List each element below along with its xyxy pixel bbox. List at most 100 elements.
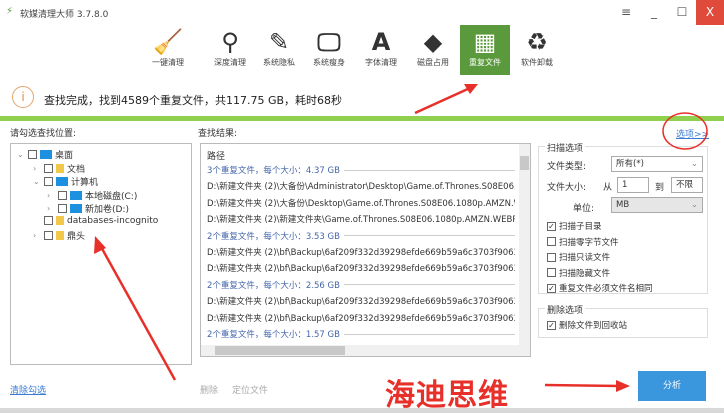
minimize-button[interactable]: _ <box>640 0 668 25</box>
row-text: D:\新建文件夹 (2)\大备份\Administrator\Desktop\G… <box>207 182 515 193</box>
tool-icon: 🖵 <box>317 28 341 56</box>
scan-option-checkbox[interactable]: ✓ 重复文件必须文件名相同 <box>547 282 653 294</box>
tree-node[interactable]: › 本地磁盘(C:) <box>47 189 137 202</box>
tree-node[interactable]: › 鼎头 <box>33 229 85 242</box>
row-text: D:\新建文件夹 (2)\bf\Backup\6af209f332d39298e… <box>207 297 515 308</box>
toolbar-item-7[interactable]: ♻ 软件卸载 <box>512 25 562 75</box>
file-type-label: 文件类型: <box>547 162 587 172</box>
unit-select[interactable]: MB ⌄ <box>611 197 703 213</box>
clear-selection-link[interactable]: 清除勾选 <box>10 383 46 396</box>
tool-icon: ♻ <box>526 28 548 56</box>
tree-node[interactable]: ⌄ 桌面 <box>17 148 73 161</box>
checkbox-icon: ✓ <box>547 221 556 231</box>
size-from-input[interactable]: 1 <box>617 177 649 193</box>
row-text: D:\新建文件夹 (2)\大备份\Desktop\Game.of.Thrones… <box>207 198 515 209</box>
size-to-input[interactable]: 不限 <box>671 177 703 193</box>
computer-icon <box>70 204 82 213</box>
expander-icon[interactable]: › <box>33 231 41 240</box>
expander-icon[interactable]: ⌄ <box>17 150 25 159</box>
tree-node-label: 文档 <box>67 164 86 175</box>
tool-icon: A <box>371 28 391 56</box>
checkbox[interactable] <box>58 190 67 200</box>
scan-option-checkbox[interactable]: 扫描零字节文件 <box>547 236 619 248</box>
scan-options-title: 扫描选项 <box>545 141 586 154</box>
checkbox[interactable] <box>28 150 37 159</box>
toolbar-item-1[interactable]: ⚲ 深度清理 <box>205 25 255 75</box>
tool-icon: ◆ <box>423 28 443 56</box>
close-button[interactable]: X <box>696 0 724 25</box>
delete-options-title: 删除选项 <box>545 303 586 316</box>
checkbox-label: 扫描隐藏文件 <box>559 268 611 279</box>
tool-icon: ⚲ <box>221 28 239 56</box>
group-header[interactable]: 2个重复文件，每个大小：2.56 GB <box>207 279 515 291</box>
app-logo-icon: ⚡ <box>6 6 14 17</box>
file-row[interactable]: D:\新建文件夹 (2)\bf\Backup\6af209f332d39298e… <box>207 312 515 324</box>
scan-option-checkbox[interactable]: 扫描隐藏文件 <box>547 267 610 279</box>
checkbox[interactable] <box>44 231 53 240</box>
toolbar-item-6[interactable]: ▦ 重复文件 <box>460 25 510 75</box>
tree-node-label: 鼎头 <box>67 232 86 242</box>
file-type-select[interactable]: 所有(*) ⌄ <box>611 156 703 172</box>
row-text: 2个重复文件，每个大小：1.57 GB <box>207 330 340 340</box>
checkbox[interactable] <box>44 216 53 225</box>
checkbox-label: 扫描零字节文件 <box>559 237 619 248</box>
scan-option-checkbox[interactable]: ✓ 扫描子目录 <box>547 220 602 232</box>
options-link[interactable]: 选项>> <box>676 127 709 140</box>
tool-label: 磁盘占用 <box>417 58 449 67</box>
toolbar-item-0[interactable]: 🧹 一键清理 <box>143 25 193 75</box>
checkbox-label: 扫描子目录 <box>559 222 602 232</box>
file-row[interactable]: D:\新建文件夹 (2)\bf\Backup\6af209f332d39298e… <box>207 246 515 258</box>
results-list[interactable]: 路径 3个重复文件，每个大小：4.37 GB D:\新建文件夹 (2)\大备份\A… <box>200 143 531 357</box>
tool-label: 一键清理 <box>152 58 184 67</box>
analyze-button[interactable]: 分析 <box>638 371 706 401</box>
delete-button[interactable]: 删除 <box>200 383 218 396</box>
tree-node[interactable]: databases-incognito <box>33 216 158 226</box>
annotation-arrow <box>544 383 621 388</box>
group-header[interactable]: 2个重复文件，每个大小：1.57 GB <box>207 328 515 340</box>
toolbar-item-5[interactable]: ◆ 磁盘占用 <box>408 25 458 75</box>
locate-file-button[interactable]: 定位文件 <box>232 383 268 396</box>
computer-icon <box>56 177 68 186</box>
divider <box>0 116 724 121</box>
expander-icon[interactable]: › <box>33 164 41 173</box>
group-header[interactable]: 2个重复文件，每个大小：3.53 GB <box>207 230 515 242</box>
file-row[interactable]: D:\新建文件夹 (2)\大备份\Administrator\Desktop\G… <box>207 180 515 192</box>
checkbox[interactable] <box>58 204 67 213</box>
tree-node[interactable]: › 文档 <box>33 162 85 175</box>
checkbox[interactable] <box>44 177 53 186</box>
title-bar: ⚡ 软媒清理大师 3.7.8.0 ≡ _ ☐ X <box>0 0 724 25</box>
location-tree[interactable]: ⌄ 桌面 › 文档 ⌄ 计算机 › 本地磁盘(C:) › 新加卷(D:) databases-inc… <box>10 143 192 365</box>
recycle-bin-checkbox[interactable]: ✓ 删除文件到回收站 <box>547 319 627 331</box>
unit-label: 单位: <box>573 204 595 214</box>
scan-option-checkbox[interactable]: 扫描只读文件 <box>547 251 610 263</box>
checkbox[interactable] <box>44 163 53 173</box>
unit-value: MB <box>616 200 630 210</box>
tree-node[interactable]: ⌄ 计算机 <box>33 175 98 188</box>
group-header[interactable]: 3个重复文件，每个大小：4.37 GB <box>207 164 515 176</box>
location-label: 请勾选查找位置: <box>10 129 77 139</box>
checkbox-label: 删除文件到回收站 <box>559 321 628 331</box>
file-row[interactable]: D:\新建文件夹 (2)\新建文件夹\Game.of.Thrones.S08E0… <box>207 213 515 225</box>
toolbar-item-4[interactable]: A 字体清理 <box>356 25 406 75</box>
vertical-scrollbar[interactable] <box>519 144 530 346</box>
menu-button[interactable]: ≡ <box>612 0 640 25</box>
file-row[interactable]: D:\新建文件夹 (2)\bf\Backup\6af209f332d39298e… <box>207 295 515 307</box>
scan-options-group: 扫描选项 文件类型: 所有(*) ⌄ 文件大小: 从 1 到 不限 单位: MB ⌄… <box>538 141 708 294</box>
delete-options-group: 删除选项 ✓ 删除文件到回收站 <box>538 303 708 338</box>
row-text: D:\新建文件夹 (2)\bf\Backup\6af209f332d39298e… <box>207 313 515 324</box>
tree-node-label: 本地磁盘(C:) <box>85 191 138 202</box>
expander-icon[interactable]: ⌄ <box>33 177 41 186</box>
tree-node[interactable]: › 新加卷(D:) <box>47 202 129 215</box>
tool-icon: ▦ <box>473 28 497 56</box>
maximize-button[interactable]: ☐ <box>668 0 696 25</box>
file-row[interactable]: D:\新建文件夹 (2)\大备份\Desktop\Game.of.Thrones… <box>207 197 515 209</box>
expander-icon[interactable]: › <box>47 204 55 213</box>
horizontal-scrollbar[interactable] <box>201 345 530 356</box>
expander-icon[interactable]: › <box>47 191 55 200</box>
file-row[interactable]: D:\新建文件夹 (2)\bf\Backup\6af209f332d39298e… <box>207 262 515 274</box>
toolbar-item-3[interactable]: 🖵 系统瘦身 <box>304 25 354 75</box>
row-text: D:\新建文件夹 (2)\bf\Backup\6af209f332d39298e… <box>207 248 515 258</box>
tool-label: 深度清理 <box>214 58 246 67</box>
toolbar-item-2[interactable]: ✎ 系统隐私 <box>254 25 304 75</box>
tool-label: 系统瘦身 <box>313 58 345 67</box>
